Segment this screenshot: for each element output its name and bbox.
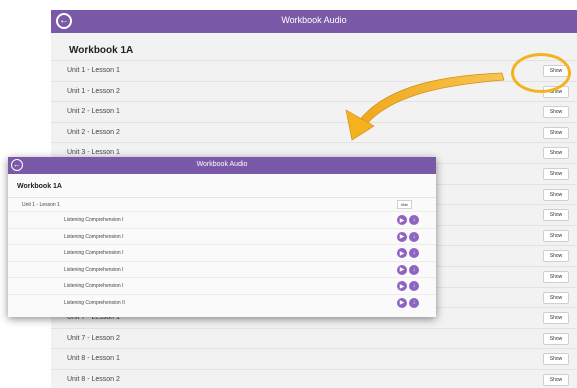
popup-section-title: Workbook 1A (17, 183, 62, 190)
audio-item-label: Listening Comprehension II (64, 299, 125, 306)
play-icon[interactable]: ▶ (397, 297, 407, 308)
audio-item-label: Listening Comprehension I (64, 266, 124, 273)
audio-item-label: Listening Comprehension I (64, 283, 124, 289)
download-icon[interactable]: ↓ (409, 297, 419, 308)
expanded-popup-window: ← Workbook Audio Workbook 1A Unit 1 - Le… (8, 157, 436, 317)
screenshot-stage: ← Workbook Audio Workbook 1A Unit 1 - Le… (0, 0, 577, 388)
audio-item: Listening Comprehension I ▶ ↓ (8, 260, 436, 277)
download-icon[interactable]: ↓ (409, 231, 419, 242)
play-icon[interactable]: ▶ (397, 264, 407, 275)
download-icon[interactable]: ↓ (409, 281, 419, 291)
popup-title: Workbook Audio (196, 161, 248, 168)
download-icon[interactable]: ↓ (409, 264, 419, 275)
audio-item: Listening Comprehension I ▶ ↓ (8, 211, 436, 227)
download-icon[interactable]: ↓ (409, 215, 419, 225)
audio-item-label: Listening Comprehension I (64, 233, 124, 240)
audio-item-label: Listening Comprehension I (64, 217, 124, 223)
play-icon[interactable]: ▶ (397, 231, 407, 242)
audio-item: Listening Comprehension I ▶ ↓ (8, 277, 436, 293)
popup-unit-row: Unit 1 - Lesson 1 Hide (8, 197, 436, 211)
hide-button[interactable]: Hide (397, 200, 412, 209)
popup-unit-label: Unit 1 - Lesson 1 (22, 202, 60, 208)
audio-item: Listening Comprehension I ▶ ↓ (8, 244, 436, 260)
popup-header: ← Workbook Audio (8, 157, 436, 174)
audio-item-label: Listening Comprehension I (64, 250, 124, 256)
play-icon[interactable]: ▶ (397, 215, 407, 225)
audio-item: Listening Comprehension II ▶ ↓ (8, 293, 436, 310)
download-icon[interactable]: ↓ (409, 248, 419, 258)
audio-item: Listening Comprehension I ▶ ↓ (8, 227, 436, 244)
play-icon[interactable]: ▶ (397, 248, 407, 258)
play-icon[interactable]: ▶ (397, 281, 407, 291)
